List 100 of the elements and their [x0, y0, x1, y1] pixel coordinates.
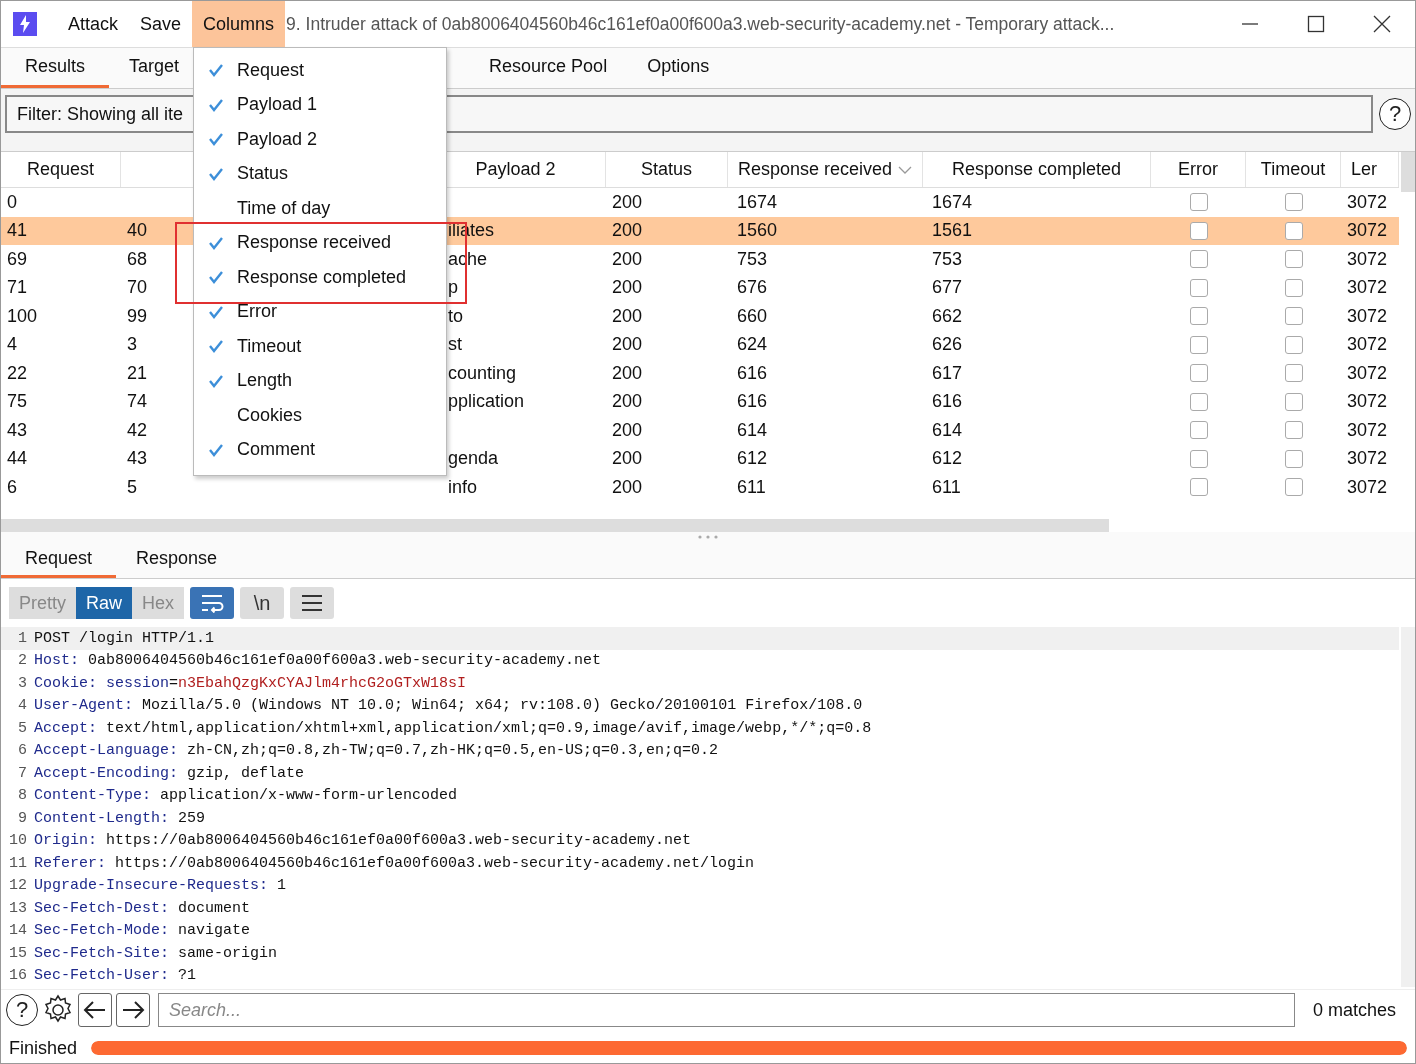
show-newlines-button[interactable]: \n [240, 587, 285, 619]
app-logo-icon [13, 12, 37, 36]
checkbox[interactable] [1284, 278, 1303, 297]
column-header-label: Response completed [951, 159, 1122, 180]
line-number: 6 [17, 742, 28, 760]
menu-item[interactable]: Length [194, 363, 446, 398]
table-cell: 200 [612, 476, 643, 498]
checkbox[interactable] [1284, 449, 1303, 468]
table-cell: 3072 [1347, 277, 1388, 299]
help-button[interactable]: ? [6, 994, 38, 1026]
checkbox[interactable] [1284, 421, 1303, 440]
column-header[interactable]: Ler [1341, 152, 1399, 187]
checkbox[interactable] [1284, 221, 1303, 240]
menu-button[interactable]: Attack [57, 1, 130, 47]
help-button[interactable]: ? [1379, 98, 1411, 130]
menu-item[interactable]: Timeout [194, 329, 446, 364]
column-header[interactable]: Response received [728, 152, 923, 187]
checkbox[interactable] [1189, 392, 1208, 411]
line-number: 1 [17, 629, 28, 647]
table-cell: 611 [932, 476, 961, 498]
table-cell: 200 [612, 334, 643, 356]
table-cell: 74 [127, 391, 148, 413]
column-header[interactable]: Response completed [923, 152, 1151, 187]
next-button[interactable] [116, 993, 150, 1027]
checkbox[interactable] [1189, 221, 1208, 240]
horizontal-scrollbar[interactable] [1, 519, 1109, 532]
search-field[interactable]: Search... [158, 993, 1295, 1027]
window-title: 9. Intruder attack of 0ab8006404560b46c161ef0a00f600a3.web-security-academy.net - Temporary attack... [286, 13, 1116, 35]
table-cell: st [448, 334, 462, 356]
column-header[interactable]: Status [606, 152, 728, 187]
checkbox[interactable] [1284, 250, 1303, 269]
menu-item[interactable]: Error [194, 294, 446, 329]
checkbox[interactable] [1284, 307, 1303, 326]
checkbox[interactable] [1189, 335, 1208, 354]
wrap-lines-button[interactable] [190, 587, 235, 619]
menu-item[interactable]: Comment [194, 432, 446, 467]
table-cell: 43 [127, 448, 148, 470]
menu-button[interactable]: Columns [192, 1, 286, 47]
line-number: 5 [17, 719, 28, 737]
menu-button[interactable] [290, 587, 335, 619]
checkbox[interactable] [1189, 250, 1208, 269]
table-cell: 616 [737, 362, 768, 384]
checkbox[interactable] [1189, 421, 1208, 440]
checkbox[interactable] [1189, 364, 1208, 383]
close-icon[interactable] [1372, 14, 1392, 34]
code-line: POST /login HTTP/1.1 [34, 629, 215, 647]
table-cell: 3072 [1347, 220, 1388, 242]
table-cell: 617 [932, 362, 963, 384]
table-cell: 99 [127, 305, 148, 327]
column-header[interactable]: Timeout [1246, 152, 1341, 187]
table-cell: 753 [932, 248, 963, 270]
column-header[interactable]: Error [1151, 152, 1246, 187]
maximize-icon[interactable] [1306, 14, 1326, 34]
column-header[interactable]: Request [1, 152, 121, 187]
table-cell: 44 [7, 448, 28, 470]
line-number: 2 [17, 652, 28, 670]
tab[interactable]: Resource Pool [469, 48, 628, 88]
checkbox[interactable] [1189, 278, 1208, 297]
checkbox[interactable] [1284, 478, 1303, 497]
previous-button[interactable] [78, 993, 112, 1027]
table-cell: 6 [7, 476, 17, 498]
checkbox[interactable] [1284, 364, 1303, 383]
table-cell: 624 [737, 334, 768, 356]
menu-item[interactable]: Request [194, 53, 446, 88]
code-line: Sec-Fetch-Mode: navigate [34, 922, 251, 940]
table-cell: 0 [7, 191, 17, 213]
table-cell: 3072 [1347, 391, 1388, 413]
menu-item[interactable]: Cookies [194, 398, 446, 433]
table-cell: 70 [127, 277, 148, 299]
checkbox[interactable] [1189, 449, 1208, 468]
table-cell: 200 [612, 191, 643, 213]
table-cell: 612 [932, 448, 963, 470]
tab[interactable]: Response [116, 542, 238, 578]
table-cell: 676 [737, 277, 768, 299]
table-cell: counting [448, 362, 517, 384]
vertical-scrollbar[interactable] [1401, 152, 1415, 192]
checkbox[interactable] [1284, 392, 1303, 411]
tab[interactable]: Request [1, 542, 117, 578]
tab[interactable]: Options [627, 48, 730, 88]
menu-item[interactable]: Response completed [194, 260, 446, 295]
column-header-label: Timeout [1260, 159, 1326, 180]
table-cell: 662 [932, 305, 963, 327]
line-number: 14 [8, 922, 28, 940]
table-cell: info [448, 476, 478, 498]
vertical-scrollbar[interactable] [1401, 627, 1415, 987]
table-cell: 3072 [1347, 334, 1388, 356]
checkbox[interactable] [1284, 335, 1303, 354]
splitter-handle-icon[interactable] [697, 535, 719, 539]
checkbox[interactable] [1189, 193, 1208, 212]
checkbox[interactable] [1189, 478, 1208, 497]
column-header-label: Response received [737, 159, 893, 180]
checkbox[interactable] [1284, 193, 1303, 212]
code-line: Accept: text/html,application/xhtml+xml,application/xml;q=0.9,image/avif,image/webp,*/*;q=0.8 [34, 719, 872, 737]
code-line: Content-Type: application/x-www-form-urlencoded [34, 787, 458, 805]
table-cell: 200 [612, 391, 643, 413]
checkbox[interactable] [1189, 307, 1208, 326]
line-number: 9 [17, 809, 28, 827]
view-mode-button[interactable]: Raw [76, 587, 133, 619]
menu-button[interactable]: Save [129, 1, 193, 47]
table-cell: 200 [612, 220, 643, 242]
